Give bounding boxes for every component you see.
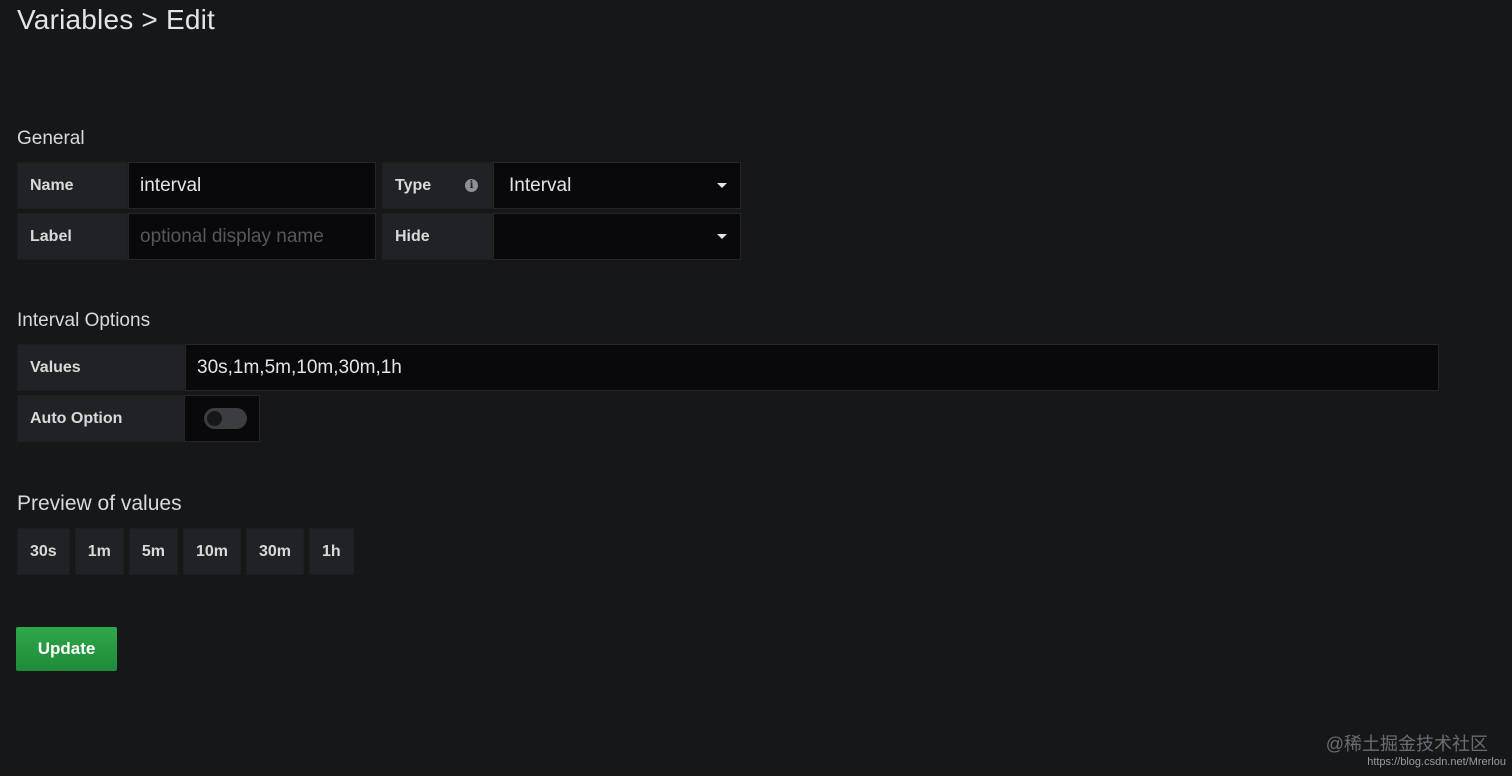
label-input[interactable]: optional display name (128, 213, 376, 260)
preview-values: 30s 1m 5m 10m 30m 1h (17, 528, 354, 575)
preview-value-chip: 30s (17, 528, 70, 575)
caret-down-icon (717, 234, 727, 239)
type-select[interactable]: Interval (493, 162, 741, 209)
toggle-knob (207, 411, 222, 426)
general-heading: General (17, 128, 85, 149)
preview-heading: Preview of values (17, 492, 182, 515)
values-input[interactable]: 30s,1m,5m,10m,30m,1h (185, 344, 1439, 391)
variable-edit-page: Variables > Edit General Name interval T… (0, 0, 1512, 776)
auto-option-label: Auto Option (17, 395, 185, 442)
info-icon[interactable]: i (465, 179, 478, 192)
name-label: Name (17, 162, 128, 209)
name-input[interactable]: interval (128, 162, 376, 209)
auto-option-toggle[interactable] (204, 408, 247, 429)
caret-down-icon (717, 183, 727, 188)
type-label: Type (395, 176, 432, 194)
values-label: Values (17, 344, 185, 391)
watermark: @稀土掘金技术社区 (1325, 734, 1488, 754)
hide-label: Hide (382, 213, 493, 260)
label-label: Label (17, 213, 128, 260)
preview-value-chip: 1h (309, 528, 354, 575)
page-title: Variables > Edit (17, 4, 216, 35)
preview-value-chip: 1m (74, 528, 124, 575)
source-url: https://blog.csdn.net/Mrerlou (1367, 756, 1506, 768)
hide-select[interactable] (493, 213, 741, 260)
auto-option-switch-cell (184, 395, 260, 442)
interval-options-heading: Interval Options (17, 310, 151, 331)
type-label-cell: Type i (382, 162, 493, 209)
preview-value-chip: 10m (182, 528, 241, 575)
type-select-value: Interval (509, 174, 572, 196)
preview-value-chip: 5m (128, 528, 178, 575)
update-button[interactable]: Update (16, 627, 117, 671)
preview-value-chip: 30m (245, 528, 305, 575)
